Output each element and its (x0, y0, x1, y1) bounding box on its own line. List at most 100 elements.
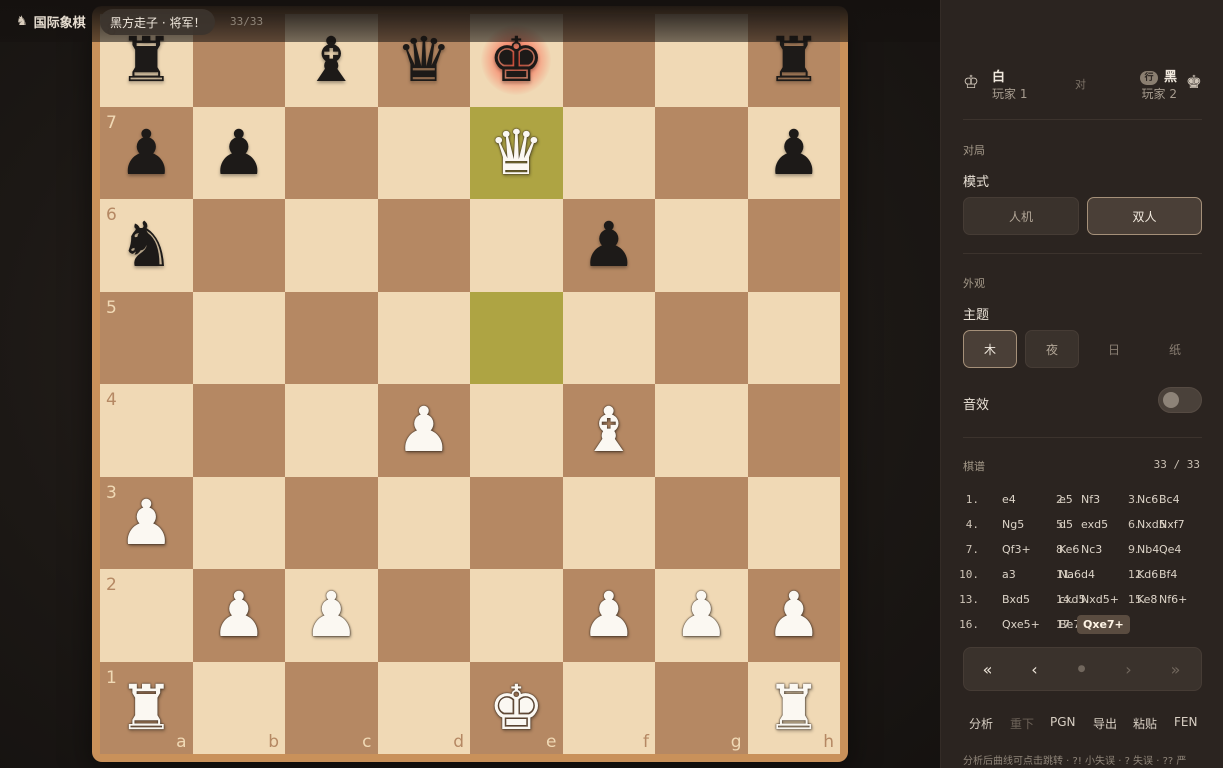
square-b7[interactable]: ♟︎ (192, 106, 285, 199)
square-g1[interactable]: g (655, 661, 748, 754)
square-f4[interactable]: ♝︎ (562, 384, 655, 477)
square-c3[interactable] (285, 476, 378, 569)
square-f5[interactable] (562, 291, 655, 384)
analyze-button[interactable]: 分析 (969, 715, 993, 732)
square-d5[interactable] (377, 291, 470, 384)
black-pawn-icon[interactable]: ♟︎ (581, 214, 637, 276)
white-pawn-icon[interactable]: ♟︎ (766, 584, 822, 646)
square-f7[interactable] (562, 106, 655, 199)
square-g7[interactable] (655, 106, 748, 199)
move-entry[interactable]: Qxe7+ (1077, 615, 1130, 634)
move-entry[interactable]: exd5 (1081, 518, 1108, 531)
move-entry[interactable]: Bxd5 (1002, 593, 1030, 606)
square-d2[interactable] (377, 569, 470, 662)
square-b2[interactable]: ♟︎ (192, 569, 285, 662)
prev-move-button[interactable]: ‹ (1011, 648, 1058, 690)
move-entry[interactable]: Nc3 (1081, 543, 1102, 556)
square-f2[interactable]: ♟︎ (562, 569, 655, 662)
theme-day-button[interactable]: 日 (1087, 330, 1141, 368)
paste-button[interactable]: 粘贴 (1133, 715, 1157, 732)
move-entry[interactable]: d4 (1081, 568, 1095, 581)
square-f1[interactable]: f (562, 661, 655, 754)
square-c2[interactable]: ♟︎ (285, 569, 378, 662)
square-d3[interactable] (377, 476, 470, 569)
move-entry[interactable]: Qf3+ (1002, 543, 1031, 556)
black-pawn-icon[interactable]: ♟︎ (211, 121, 267, 184)
square-b1[interactable]: b (192, 661, 285, 754)
pgn-button[interactable]: PGN (1050, 715, 1076, 729)
square-h2[interactable]: ♟︎ (747, 569, 840, 662)
square-c4[interactable] (285, 384, 378, 477)
sound-toggle[interactable] (1158, 387, 1202, 413)
theme-paper-button[interactable]: 纸 (1148, 330, 1202, 368)
square-b4[interactable] (192, 384, 285, 477)
square-a5[interactable]: 5 (100, 291, 193, 384)
mode-two-player-button[interactable]: 双人 (1087, 197, 1202, 235)
move-entry[interactable]: Bf4 (1159, 568, 1177, 581)
current-position-indicator[interactable]: ● (1058, 648, 1105, 690)
move-entry[interactable]: Nxf7 (1159, 518, 1185, 531)
move-entry[interactable]: Nb4 (1137, 543, 1159, 556)
black-knight-icon[interactable]: ♞︎ (118, 214, 174, 276)
square-h6[interactable] (747, 199, 840, 292)
square-h5[interactable] (747, 291, 840, 384)
square-g2[interactable]: ♟︎ (655, 569, 748, 662)
square-g6[interactable] (655, 199, 748, 292)
square-a3[interactable]: 3 ♟︎ (100, 476, 193, 569)
square-d7[interactable] (377, 106, 470, 199)
move-entry[interactable]: Nxd5+ (1081, 593, 1119, 606)
black-pawn-icon[interactable]: ♟︎ (766, 121, 822, 184)
black-pawn-icon[interactable]: ♟︎ (118, 121, 174, 184)
square-c6[interactable] (285, 199, 378, 292)
square-f6[interactable]: ♟︎ (562, 199, 655, 292)
square-c1[interactable]: c (285, 661, 378, 754)
square-h7[interactable]: ♟︎ (747, 106, 840, 199)
white-pawn-icon[interactable]: ♟︎ (303, 584, 359, 646)
white-rook-icon[interactable]: ♜︎ (766, 676, 822, 739)
move-entry[interactable]: a3 (1002, 568, 1016, 581)
square-g3[interactable] (655, 476, 748, 569)
square-a7[interactable]: 7 ♟︎ (100, 106, 193, 199)
theme-wood-button[interactable]: 木 (963, 330, 1017, 368)
last-move-button[interactable]: » (1152, 648, 1199, 690)
white-pawn-icon[interactable]: ♟︎ (396, 399, 452, 461)
square-h4[interactable] (747, 384, 840, 477)
square-h3[interactable] (747, 476, 840, 569)
theme-night-button[interactable]: 夜 (1025, 330, 1079, 368)
mode-ai-button[interactable]: 人机 (963, 197, 1079, 235)
square-d4[interactable]: ♟︎ (377, 384, 470, 477)
move-entry[interactable]: Nf3 (1081, 493, 1100, 506)
square-e4[interactable] (470, 384, 563, 477)
square-e5[interactable] (470, 291, 563, 384)
square-e1[interactable]: e ♚︎ (470, 661, 563, 754)
move-entry[interactable]: Ng5 (1002, 518, 1024, 531)
white-queen-icon[interactable]: ♛︎ (488, 121, 544, 184)
next-move-button[interactable]: › (1105, 648, 1152, 690)
move-entry[interactable]: Nc6 (1137, 493, 1158, 506)
square-c5[interactable] (285, 291, 378, 384)
square-e2[interactable] (470, 569, 563, 662)
square-g4[interactable] (655, 384, 748, 477)
move-entry[interactable]: Qe4 (1159, 543, 1181, 556)
move-entry[interactable]: e4 (1002, 493, 1016, 506)
square-b5[interactable] (192, 291, 285, 384)
first-move-button[interactable]: « (964, 648, 1011, 690)
square-e3[interactable] (470, 476, 563, 569)
move-entry[interactable]: Bc4 (1159, 493, 1180, 506)
square-a4[interactable]: 4 (100, 384, 193, 477)
white-pawn-icon[interactable]: ♟︎ (118, 491, 174, 554)
white-pawn-icon[interactable]: ♟︎ (581, 584, 637, 646)
white-rook-icon[interactable]: ♜︎ (118, 676, 174, 739)
white-bishop-icon[interactable]: ♝︎ (581, 399, 637, 461)
restart-button[interactable]: 重下 (1010, 715, 1034, 732)
square-e7[interactable]: ♛︎ (470, 106, 563, 199)
square-d6[interactable] (377, 199, 470, 292)
square-a2[interactable]: 2 (100, 569, 193, 662)
square-b3[interactable] (192, 476, 285, 569)
square-h1[interactable]: h ♜︎ (747, 661, 840, 754)
export-button[interactable]: 导出 (1093, 715, 1117, 732)
square-a6[interactable]: 6 ♞︎ (100, 199, 193, 292)
move-entry[interactable]: Nf6+ (1159, 593, 1187, 606)
move-entry[interactable]: Qxe5+ (1002, 618, 1040, 631)
square-b6[interactable] (192, 199, 285, 292)
